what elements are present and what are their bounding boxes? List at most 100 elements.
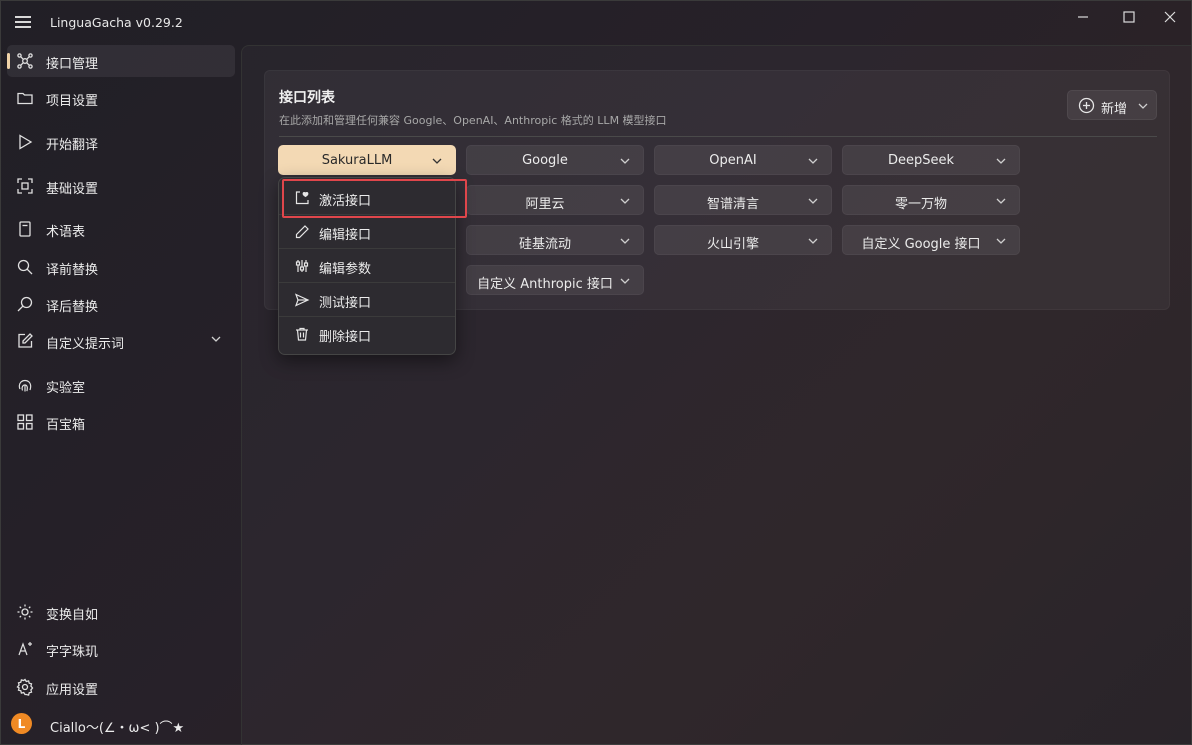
api-button-siliconflow[interactable]: 硅基流动: [466, 225, 644, 255]
minimize-button[interactable]: [1060, 1, 1106, 33]
chevron-down-icon: [620, 198, 630, 204]
sidebar-item-post-replace[interactable]: 译后替换: [7, 288, 235, 320]
menu-item-label: 编辑接口: [319, 228, 372, 243]
api-button-volcengine[interactable]: 火山引擎: [654, 225, 832, 255]
folder-icon: [17, 92, 33, 105]
sidebar-item-pre-replace[interactable]: 译前替换: [7, 251, 235, 283]
api-button-label: 硅基流动: [518, 237, 571, 252]
book-icon: [19, 221, 31, 237]
divider: [279, 136, 1157, 137]
close-button[interactable]: [1147, 1, 1192, 33]
add-circle-icon: [1078, 97, 1095, 114]
menu-item-edit-params[interactable]: 编辑参数: [279, 249, 455, 283]
sidebar-item-theme-toggle[interactable]: 变换自如: [7, 596, 235, 628]
menu-item-edit-api[interactable]: 编辑接口: [279, 215, 455, 249]
settings-frame-icon: [17, 178, 33, 194]
sidebar-item-label: 开始翻译: [46, 138, 99, 153]
add-api-label: 新增: [1101, 102, 1128, 117]
api-button-label: Google: [522, 153, 568, 168]
sidebar-item-label: 应用设置: [46, 683, 99, 698]
sidebar-item-label: 译前替换: [46, 263, 99, 278]
sidebar-item-api-management[interactable]: 接口管理: [7, 45, 235, 77]
edit-icon: [18, 333, 33, 348]
sidebar-item-label: 基础设置: [46, 182, 99, 197]
minimize-icon: [1078, 16, 1088, 18]
sidebar-item-lab[interactable]: 实验室: [7, 369, 235, 401]
sidebar-item-label: 接口管理: [46, 57, 99, 72]
maximize-icon: [1123, 11, 1135, 23]
api-button-label: 火山引擎: [706, 237, 759, 252]
api-button-openai[interactable]: OpenAI: [654, 145, 832, 175]
send-icon: [294, 293, 310, 307]
sidebar: 接口管理 项目设置 开始翻译 基础设置 术语表 译前替换 译后替换 自定义提示词…: [1, 45, 239, 745]
sidebar-item-custom-prompt[interactable]: 自定义提示词: [7, 325, 235, 357]
api-button-aliyun[interactable]: 阿里云: [466, 185, 644, 215]
gear-icon: [16, 678, 34, 696]
api-button-deepseek[interactable]: DeepSeek: [842, 145, 1020, 175]
menu-item-label: 删除接口: [319, 330, 372, 345]
fingerprint-icon: [18, 379, 32, 392]
sidebar-item-label: 自定义提示词: [46, 337, 125, 352]
hamburger-menu-icon[interactable]: [15, 14, 33, 30]
sidebar-item-start-translation[interactable]: 开始翻译: [7, 126, 235, 158]
sliders-icon: [295, 260, 309, 272]
api-button-google[interactable]: Google: [466, 145, 644, 175]
menu-item-label: 编辑参数: [319, 262, 372, 277]
chevron-down-icon: [620, 238, 630, 244]
api-button-label: 自定义 Google 接口: [861, 237, 981, 252]
api-button-label: 自定义 Anthropic 接口: [477, 277, 613, 292]
chevron-down-icon: [996, 198, 1006, 204]
api-button-01ai[interactable]: 零一万物: [842, 185, 1020, 215]
api-button-label: 零一万物: [894, 197, 947, 212]
chevron-down-icon: [808, 158, 818, 164]
menu-item-label: 激活接口: [319, 194, 372, 209]
api-button-label: SakuraLLM: [321, 153, 393, 168]
sidebar-item-glossary[interactable]: 术语表: [7, 213, 235, 245]
menu-item-delete-api[interactable]: 删除接口: [279, 317, 455, 351]
sidebar-item-project-settings[interactable]: 项目设置: [7, 82, 235, 114]
chevron-down-icon: [996, 238, 1006, 244]
sidebar-item-label: 实验室: [46, 381, 86, 396]
sidebar-item-label: 变换自如: [46, 608, 99, 623]
sparkle-icon: [18, 642, 32, 656]
search-icon: [17, 259, 33, 275]
trash-icon: [296, 327, 308, 341]
chevron-down-icon: [996, 158, 1006, 164]
chevron-down-icon: [620, 158, 630, 164]
chevron-down-icon: [1138, 103, 1148, 109]
chevron-down-icon: [211, 336, 221, 342]
sidebar-item-label: 字字珠玑: [46, 645, 99, 660]
chevron-down-icon: [808, 198, 818, 204]
chevron-down-icon: [432, 158, 442, 164]
api-button-custom-google[interactable]: 自定义 Google 接口: [842, 225, 1020, 255]
avatar: L: [11, 713, 32, 734]
play-icon: [19, 134, 33, 150]
sidebar-item-toolbox[interactable]: 百宝箱: [7, 406, 235, 438]
add-api-button[interactable]: 新增: [1067, 90, 1157, 120]
api-button-label: OpenAI: [709, 153, 757, 168]
app-window: LinguaGacha v0.29.2 接口管理 项目设置 开始翻译 基础设置: [0, 0, 1192, 745]
maximize-button[interactable]: [1106, 1, 1152, 33]
close-icon: [1164, 11, 1176, 23]
sidebar-item-font[interactable]: 字字珠玑: [7, 633, 235, 665]
chevron-down-icon: [620, 278, 630, 284]
search-alt-icon: [17, 296, 33, 312]
active-indicator: [7, 53, 10, 69]
api-button-label: DeepSeek: [887, 153, 955, 168]
api-button-sakurallm[interactable]: SakuraLLM: [278, 145, 456, 175]
sidebar-item-basic-settings[interactable]: 基础设置: [7, 170, 235, 202]
sidebar-item-label: 百宝箱: [46, 418, 86, 433]
network-icon: [17, 53, 33, 69]
brightness-icon: [17, 604, 33, 620]
api-button-zhipu[interactable]: 智谱清言: [654, 185, 832, 215]
menu-item-test-api[interactable]: 测试接口: [279, 283, 455, 317]
user-name: Ciallo～(∠・ω< )⌒★: [50, 721, 185, 736]
api-context-menu: 激活接口 编辑接口 编辑参数 测试接口 删除接口: [278, 177, 456, 355]
card-subtitle: 在此添加和管理任何兼容 Google、OpenAI、Anthropic 格式的 …: [279, 114, 667, 127]
sidebar-item-label: 项目设置: [46, 94, 99, 109]
menu-item-activate[interactable]: 激活接口: [279, 181, 455, 215]
app-title: LinguaGacha v0.29.2: [50, 15, 183, 30]
sidebar-user-profile[interactable]: L Ciallo～(∠・ω< )⌒★: [7, 709, 235, 741]
api-button-custom-anthropic[interactable]: 自定义 Anthropic 接口: [466, 265, 644, 295]
sidebar-item-app-settings[interactable]: 应用设置: [7, 671, 235, 703]
